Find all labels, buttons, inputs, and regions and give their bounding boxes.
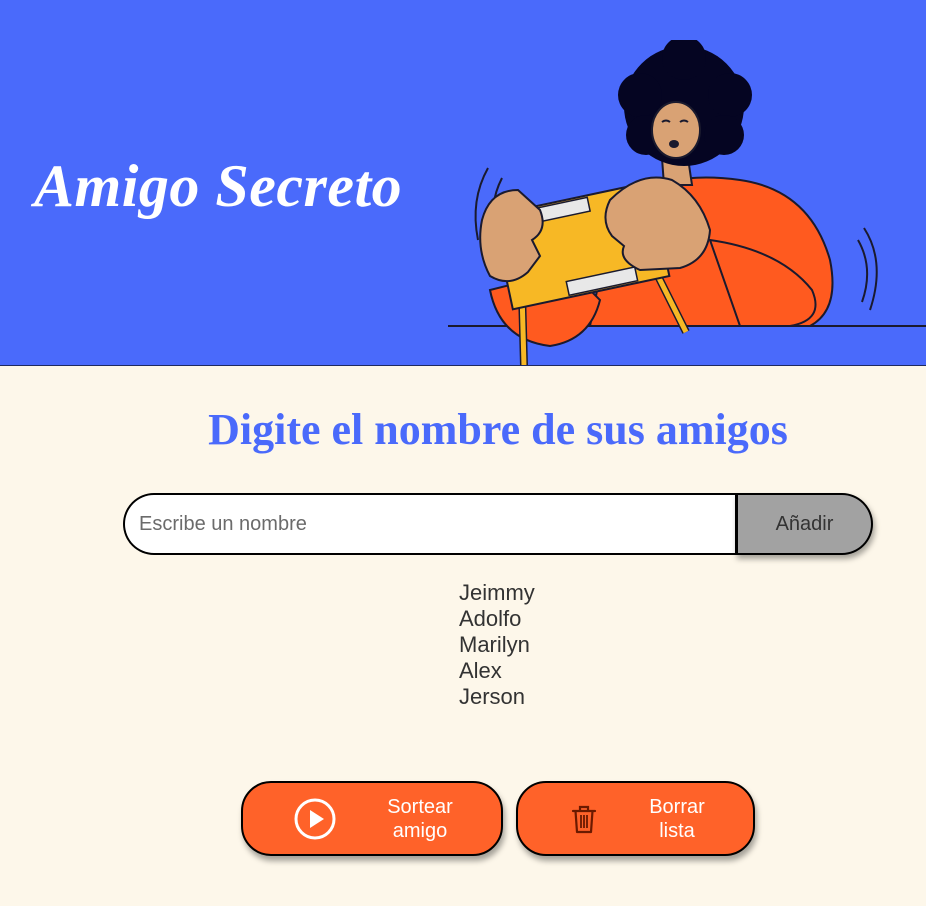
- app-title: Amigo Secreto: [34, 153, 403, 219]
- add-button[interactable]: Añadir: [735, 493, 873, 555]
- draw-friend-button[interactable]: Sortear amigo: [241, 781, 503, 856]
- friend-list: Jeimmy Adolfo Marilyn Alex Jerson: [459, 580, 535, 710]
- play-circle-icon: [294, 798, 336, 839]
- section-heading: Digite el nombre de sus amigos: [208, 405, 788, 454]
- clear-list-button[interactable]: Borrar lista: [516, 781, 755, 856]
- header-banner: Amigo Secreto: [0, 0, 926, 366]
- name-input[interactable]: [123, 493, 737, 555]
- list-item: Alex: [459, 658, 502, 683]
- list-item: Jerson: [459, 684, 526, 709]
- main-section: Digite el nombre de sus amigos Añadir Je…: [0, 366, 926, 906]
- person-holding-gift-illustration: [448, 40, 926, 365]
- draw-button-label: Sortear amigo: [387, 795, 453, 842]
- list-item: Adolfo: [459, 606, 522, 631]
- trash-icon: [571, 805, 597, 833]
- name-input-group: Añadir: [123, 493, 873, 555]
- list-item: Jeimmy: [459, 580, 535, 605]
- list-item: Marilyn: [459, 632, 530, 657]
- clear-button-label: Borrar lista: [649, 795, 705, 842]
